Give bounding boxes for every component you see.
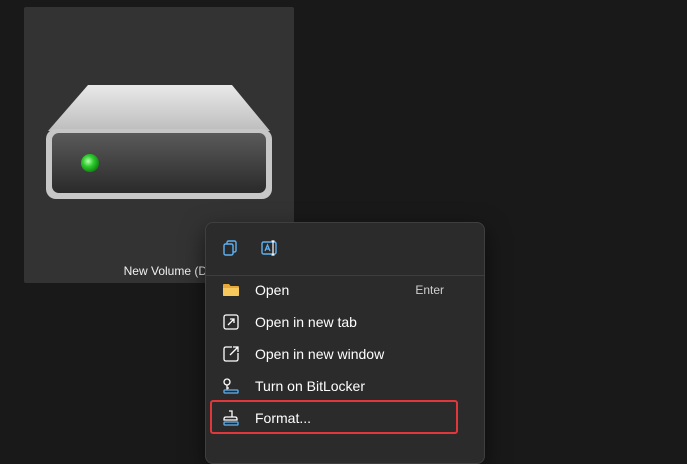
menu-item-label: Open	[255, 282, 290, 298]
open-new-tab-icon	[221, 312, 241, 332]
rename-button[interactable]	[257, 236, 283, 260]
menu-item-format[interactable]: Format...	[212, 403, 478, 433]
copy-icon	[223, 240, 237, 256]
folder-icon	[221, 280, 241, 300]
open-new-window-icon	[221, 344, 241, 364]
menu-item-label: Open in new window	[255, 346, 385, 362]
menu-item-open-new-window[interactable]: Open in new window	[212, 339, 478, 369]
shortcut-label: Enter	[415, 283, 444, 297]
menu-item-turn-on-bitlocker[interactable]: Turn on BitLocker	[212, 371, 478, 401]
menu-item-label: Turn on BitLocker	[255, 378, 365, 394]
menu-item-label: Open in new tab	[255, 314, 357, 330]
copy-button[interactable]	[217, 236, 243, 260]
bitlocker-key-icon	[221, 376, 241, 396]
menu-item-label: Format...	[255, 410, 312, 426]
rename-icon	[261, 240, 277, 256]
menu-item-open[interactable]: Open Enter	[212, 275, 478, 305]
format-icon	[221, 408, 241, 428]
menu-item-open-new-tab[interactable]: Open in new tab	[212, 307, 478, 337]
context-menu: Open Enter Open in new tab Open in new w…	[205, 222, 485, 464]
quick-actions-row	[206, 223, 484, 273]
hard-drive-icon	[46, 85, 272, 199]
